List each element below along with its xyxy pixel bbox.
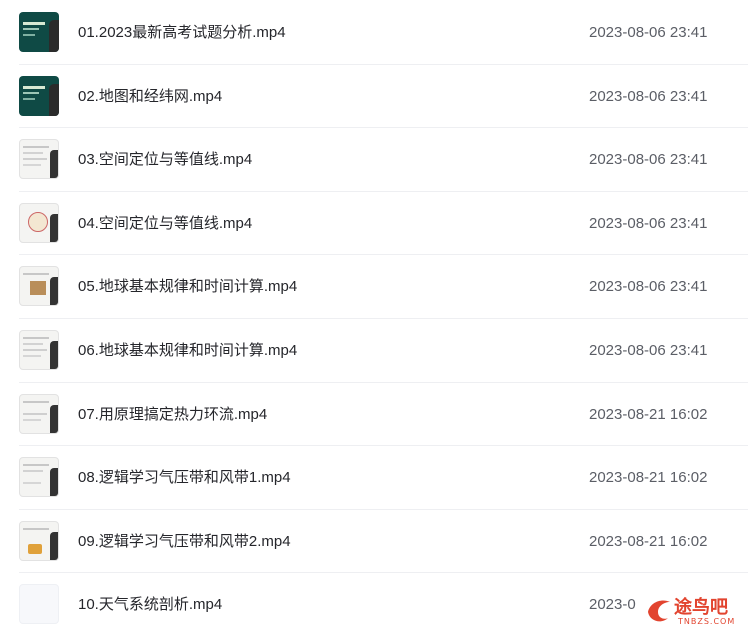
file-name[interactable]: 10.天气系统剖析.mp4 [78, 573, 222, 636]
bird-logo-icon [644, 594, 674, 624]
file-row[interactable]: 10.天气系统剖析.mp4 2023-0 [19, 573, 748, 637]
file-date: 2023-08-21 16:02 [589, 532, 708, 550]
video-thumbnail[interactable] [19, 584, 59, 625]
file-date: 2023-08-06 23:41 [589, 278, 708, 296]
file-name[interactable]: 05.地球基本规律和时间计算.mp4 [78, 255, 297, 318]
file-row[interactable]: 06.地球基本规律和时间计算.mp4 2023-08-06 23:41 [19, 319, 748, 383]
file-date: 2023-08-06 23:41 [589, 341, 708, 359]
video-thumbnail[interactable] [19, 393, 59, 434]
file-date: 2023-08-06 23:41 [589, 24, 708, 41]
video-thumbnail[interactable] [19, 139, 59, 180]
file-row[interactable]: 03.空间定位与等值线.mp4 2023-08-06 23:41 [19, 128, 748, 192]
video-thumbnail[interactable] [19, 266, 59, 307]
file-date: 2023-08-06 23:41 [589, 214, 708, 232]
file-row[interactable]: 02.地图和经纬网.mp4 2023-08-06 23:41 [19, 65, 748, 129]
video-thumbnail[interactable] [19, 75, 59, 116]
file-date: 2023-0 [589, 596, 636, 614]
video-thumbnail[interactable] [19, 520, 59, 561]
file-name[interactable]: 04.空间定位与等值线.mp4 [78, 192, 252, 255]
file-row[interactable]: 09.逻辑学习气压带和风带2.mp4 2023-08-21 16:02 [19, 510, 748, 574]
video-thumbnail[interactable] [19, 202, 59, 243]
video-thumbnail[interactable] [19, 12, 59, 52]
watermark-domain: TNBZS.COM [678, 617, 736, 626]
file-name[interactable]: 09.逻辑学习气压带和风带2.mp4 [78, 510, 291, 573]
video-thumbnail[interactable] [19, 329, 59, 370]
video-thumbnail[interactable] [19, 457, 59, 498]
file-row[interactable]: 01.2023最新高考试题分析.mp4 2023-08-06 23:41 [19, 1, 748, 65]
file-row[interactable]: 08.逻辑学习气压带和风带1.mp4 2023-08-21 16:02 [19, 446, 748, 510]
file-list: 01.2023最新高考试题分析.mp4 2023-08-06 23:41 02.… [0, 0, 748, 637]
file-name[interactable]: 03.空间定位与等值线.mp4 [78, 128, 252, 191]
file-row[interactable]: 04.空间定位与等值线.mp4 2023-08-06 23:41 [19, 192, 748, 256]
file-name[interactable]: 06.地球基本规律和时间计算.mp4 [78, 319, 297, 382]
file-name[interactable]: 02.地图和经纬网.mp4 [78, 65, 222, 128]
watermark-brand: 途鸟吧 [674, 597, 728, 618]
file-date: 2023-08-06 23:41 [589, 87, 708, 105]
file-row[interactable]: 05.地球基本规律和时间计算.mp4 2023-08-06 23:41 [19, 255, 748, 319]
file-date: 2023-08-06 23:41 [589, 151, 708, 169]
file-row[interactable]: 07.用原理搞定热力环流.mp4 2023-08-21 16:02 [19, 383, 748, 447]
file-name[interactable]: 07.用原理搞定热力环流.mp4 [78, 383, 267, 446]
file-date: 2023-08-21 16:02 [589, 469, 708, 487]
file-name[interactable]: 08.逻辑学习气压带和风带1.mp4 [78, 446, 291, 509]
file-name[interactable]: 01.2023最新高考试题分析.mp4 [78, 1, 286, 64]
watermark: 途鸟吧 TNBZS.COM [644, 592, 744, 630]
file-date: 2023-08-21 16:02 [589, 405, 708, 423]
